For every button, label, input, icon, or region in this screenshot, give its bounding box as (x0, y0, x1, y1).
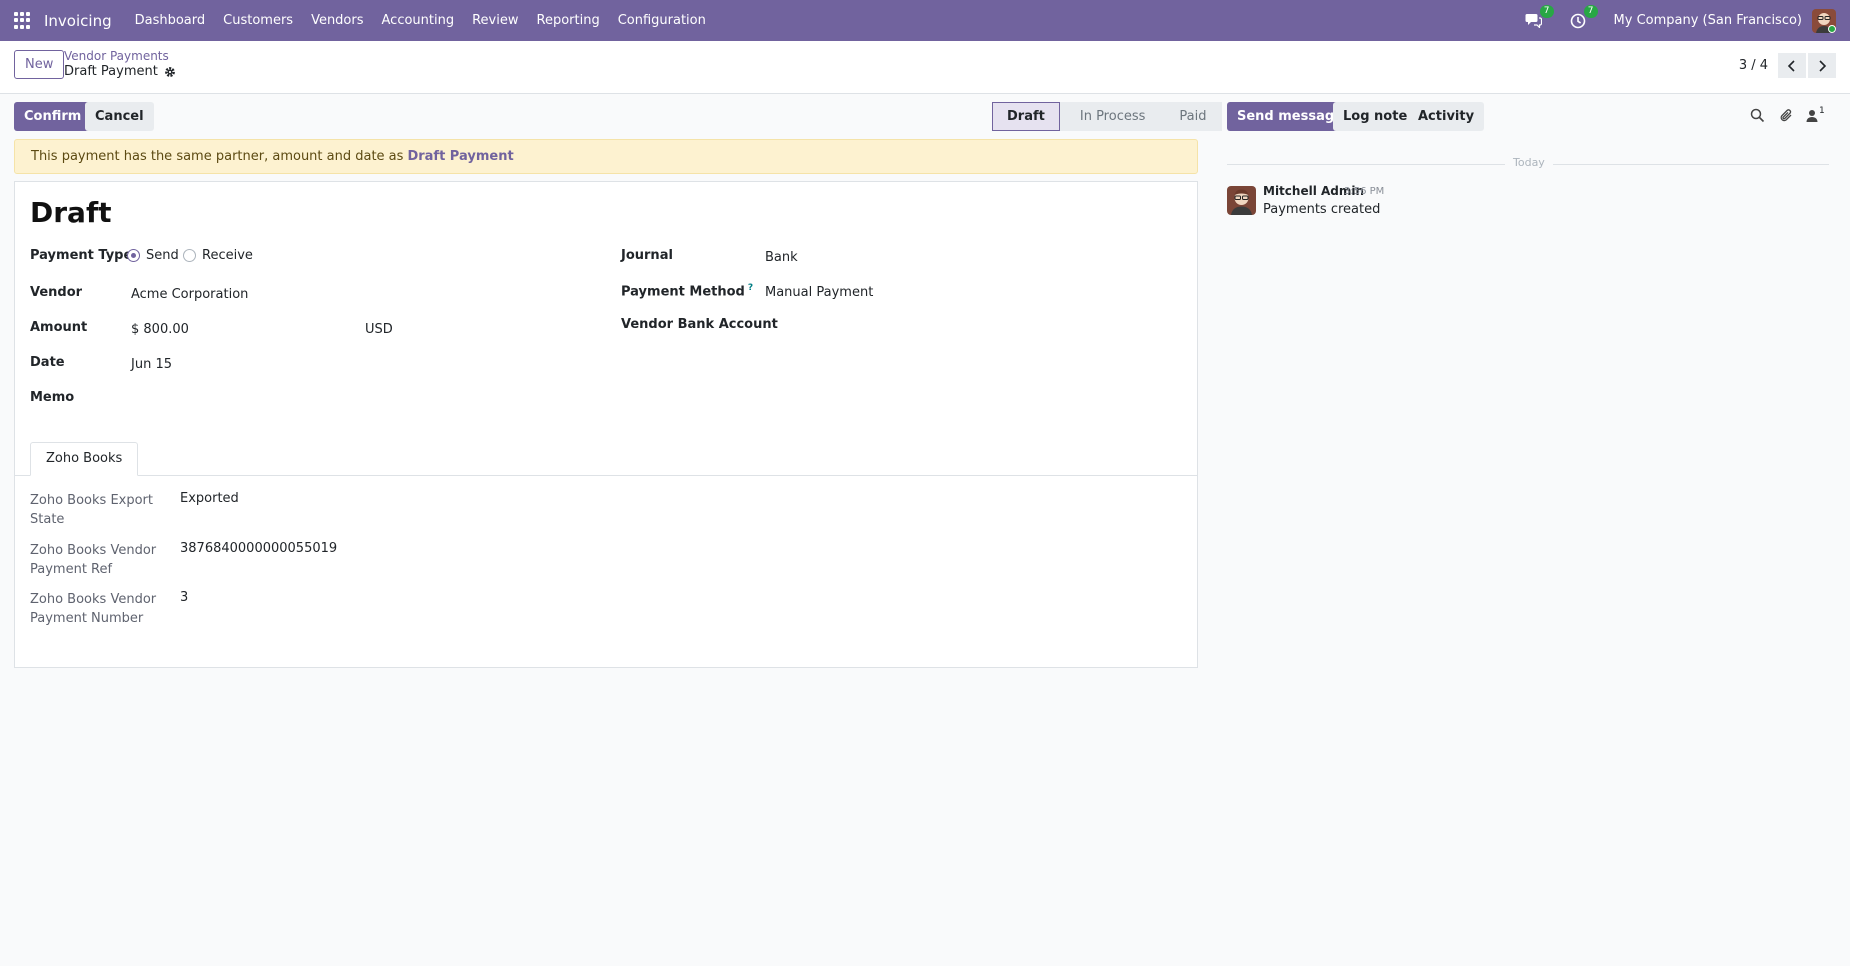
payment-method-label: Payment Method? (621, 283, 753, 299)
radio-receive-circle[interactable] (183, 249, 196, 262)
radio-send-circle[interactable] (127, 249, 140, 262)
chatter-toolbar: 1 (1750, 105, 1825, 123)
messages-icon[interactable]: 7 (1524, 4, 1554, 31)
zoho-payment-ref-label: Zoho Books Vendor Payment Ref (30, 543, 157, 577)
activities-clock-icon[interactable]: 7 (1568, 4, 1598, 31)
radio-receive[interactable]: Receive (183, 248, 253, 263)
menu-dashboard[interactable]: Dashboard (126, 0, 215, 41)
message-time: 3:56 PM (1344, 186, 1385, 197)
company-switcher[interactable]: My Company (San Francisco) (1614, 13, 1802, 28)
amount-field[interactable]: $ 800.00 (131, 322, 189, 337)
zoho-payment-ref-value: 3876840000000055019 (180, 541, 338, 556)
zoho-payment-number-value: 3 (180, 590, 189, 605)
vendor-bank-account-field[interactable] (765, 317, 1125, 335)
pager-next-button[interactable] (1808, 53, 1836, 78)
breadcrumb-vendor-payments[interactable]: Vendor Payments (64, 49, 176, 63)
memo-label: Memo (30, 390, 75, 405)
pager-previous-button[interactable] (1778, 53, 1806, 78)
menu-configuration[interactable]: Configuration (609, 0, 715, 41)
help-tooltip-icon[interactable]: ? (748, 283, 753, 293)
pager: 3 / 4 (1739, 53, 1836, 78)
breadcrumb-current: Draft Payment (64, 64, 176, 79)
navbar-systray: 7 7 My Company (San Francisco) (1512, 0, 1850, 41)
log-note-button[interactable]: Log note (1333, 102, 1418, 131)
search-icon[interactable] (1750, 108, 1765, 123)
alert-draft-payment-link[interactable]: Draft Payment (407, 149, 513, 164)
menu-reporting[interactable]: Reporting (528, 0, 609, 41)
control-panel: New Vendor Payments Draft Payment 3 / 4 (0, 41, 1850, 94)
stage-draft[interactable]: Draft (992, 102, 1060, 131)
date-label: Date (30, 355, 65, 370)
alert-text: This payment has the same partner, amoun… (31, 149, 404, 164)
followers-user-icon[interactable]: 1 (1806, 105, 1825, 122)
app-brand[interactable]: Invoicing (44, 12, 112, 30)
confirm-button[interactable]: Confirm (14, 102, 92, 131)
date-separator: Today (1505, 156, 1553, 169)
vendor-bank-account-label: Vendor Bank Account (621, 317, 778, 332)
menu-accounting[interactable]: Accounting (373, 0, 464, 41)
menu-review[interactable]: Review (463, 0, 527, 41)
gear-icon[interactable] (164, 66, 176, 78)
tab-zoho-books[interactable]: Zoho Books (30, 442, 139, 476)
user-avatar[interactable] (1812, 8, 1836, 33)
payment-type-label: Payment Type (30, 248, 133, 263)
paperclip-icon[interactable] (1779, 108, 1794, 123)
cancel-button[interactable]: Cancel (85, 102, 154, 131)
vendor-field[interactable]: Acme Corporation (131, 287, 248, 302)
zoho-export-state-value: Exported (180, 491, 239, 506)
radio-send-label: Send (146, 248, 179, 263)
followers-count: 1 (1819, 105, 1825, 116)
new-button[interactable]: New (14, 50, 65, 79)
messages-badge: 7 (1539, 4, 1554, 18)
date-field[interactable]: Jun 15 (131, 357, 172, 372)
apps-menu-icon[interactable] (14, 11, 32, 30)
journal-field[interactable]: Bank (765, 250, 798, 265)
menu-vendors[interactable]: Vendors (302, 0, 372, 41)
message-body: Payments created (1263, 202, 1381, 217)
payment-method-label-text: Payment Method (621, 284, 745, 300)
journal-label: Journal (621, 248, 673, 263)
radio-send[interactable]: Send (127, 248, 179, 263)
tab-divider (15, 475, 1197, 476)
form-sheet: Draft Payment Type Send Receive Vendor A… (14, 181, 1198, 668)
message-author-avatar[interactable] (1227, 186, 1256, 215)
stage-in-process[interactable]: In Process (1059, 102, 1160, 131)
activities-badge: 7 (1583, 4, 1598, 18)
duplicate-payment-alert: This payment has the same partner, amoun… (14, 139, 1198, 174)
chevron-right-icon (1819, 59, 1827, 72)
breadcrumb: Vendor Payments Draft Payment (64, 49, 176, 79)
zoho-payment-number-label: Zoho Books Vendor Payment Number (30, 592, 157, 626)
pager-value[interactable]: 3 / 4 (1739, 58, 1768, 73)
page-title: Draft (30, 196, 112, 229)
amount-label: Amount (30, 320, 88, 335)
stage-paid[interactable]: Paid (1159, 102, 1223, 131)
payment-method-field[interactable]: Manual Payment (765, 285, 873, 300)
chevron-left-icon (1787, 59, 1795, 72)
memo-field[interactable] (131, 390, 491, 408)
zoho-export-state-label: Zoho Books Export State (30, 493, 153, 527)
top-navbar: Invoicing Dashboard Customers Vendors Ac… (0, 0, 1850, 41)
currency-field[interactable]: USD (365, 322, 393, 337)
radio-receive-label: Receive (202, 248, 253, 263)
main-menu: Dashboard Customers Vendors Accounting R… (126, 0, 715, 41)
activity-button[interactable]: Activity (1408, 102, 1485, 131)
vendor-label: Vendor (30, 285, 83, 300)
status-bar: Draft In Process Paid (992, 102, 1223, 131)
menu-customers[interactable]: Customers (214, 0, 302, 41)
breadcrumb-current-label: Draft Payment (64, 64, 158, 79)
